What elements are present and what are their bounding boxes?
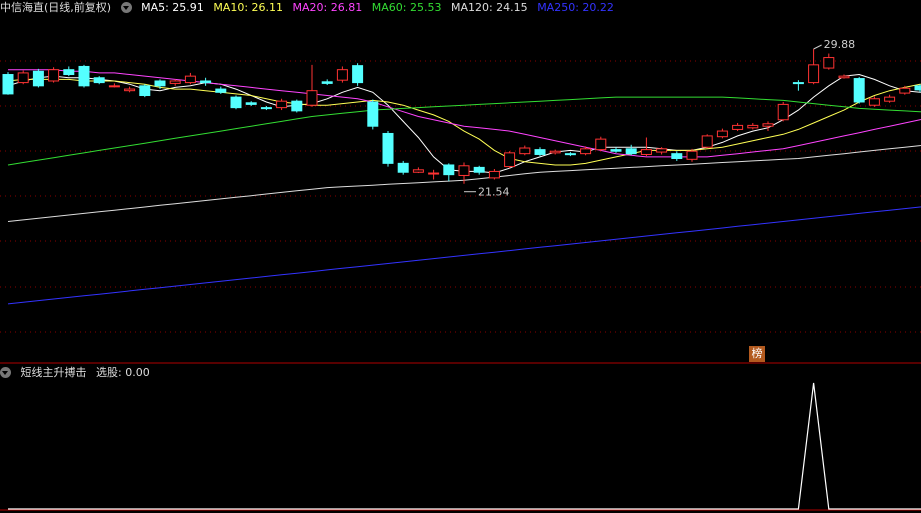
price-annotations: 29.88 21.54 [464,38,855,199]
main-chart-header: 中信海直(日线,前复权) MA5: 25.91 MA10: 26.11 MA20… [0,0,620,16]
stock-title: 中信海直(日线,前复权) [0,1,112,14]
candle-up [732,124,744,130]
candle-up [640,149,652,155]
candle-up [899,87,911,94]
dropdown-icon[interactable] [0,367,11,378]
candle-up [656,148,668,153]
candle-down [32,70,44,87]
candle-up [108,85,120,88]
ma10-label: MA10: 26.11 [213,1,284,14]
candle-up [762,123,774,127]
candle-down [853,78,865,103]
candle-down [321,81,333,84]
candle-up [124,88,136,92]
candle-down [367,101,379,127]
candle-up [838,75,850,79]
candle-down [610,149,622,152]
signal-line [8,382,921,510]
candle-down [139,85,151,97]
candle-down [230,96,242,109]
candle-down [564,153,576,156]
indicator-panel [8,382,921,510]
ma120-label: MA120: 24.15 [450,1,528,14]
candle-down [914,85,921,91]
candle-up [595,138,607,151]
candle-down [443,164,455,176]
dropdown-icon[interactable] [120,2,132,13]
candle-up [519,147,531,155]
candle-down [291,100,303,112]
indicator-name: 短线主升搏击 [20,366,87,379]
candle-down [397,162,409,173]
candle-up [716,130,728,138]
annotation-arrow [813,44,822,50]
candle-up [48,69,60,82]
candle-up [777,103,789,121]
candle-down [473,166,485,173]
candle-down [671,153,683,160]
candle-up [868,98,880,106]
candle-down [154,80,166,87]
candle-down [534,149,546,155]
low-price-label: 21.54 [478,186,510,199]
candle-down [63,69,75,76]
candle-up [823,57,835,69]
high-price-label: 29.88 [824,38,856,51]
candle-up [412,169,424,173]
candle-up [488,170,500,179]
candle-up [458,165,470,176]
candle-up [184,75,196,84]
ma250-label: MA250: 20.22 [537,1,614,14]
candle-up [336,69,348,81]
candle-down [625,148,637,155]
candle-up [686,150,698,160]
candle-down [78,65,90,87]
candle-up [580,148,592,155]
candle-down [93,77,105,84]
candle-down [260,107,272,110]
candle-up [884,96,896,102]
indicator-value: 选股: 0.00 [96,366,150,379]
candle-down [200,80,212,84]
candle-up [276,100,288,109]
ma-line-ma250 [7,206,921,305]
candle-up [428,172,440,175]
ma5-label: MA5: 25.91 [141,1,204,14]
ma20-label: MA20: 26.81 [292,1,363,14]
candlesticks [2,49,921,184]
candle-down [245,102,257,105]
candle-up [549,150,561,154]
candle-down [352,65,364,84]
candle-up [169,80,181,84]
candle-down [2,74,14,95]
ma60-label: MA60: 25.53 [371,1,442,14]
candle-up [17,72,29,84]
candle-down [792,82,804,85]
kline-chart[interactable]: 29.88 21.54 [0,0,921,513]
indicator-header: 短线主升搏击 选股: 0.00 [0,365,156,381]
candle-down [382,132,394,164]
candle-down [215,88,227,93]
candle-up [504,152,516,168]
candle-up [701,135,713,148]
candle-up [747,124,759,129]
candle-up [306,90,318,106]
candle-up [808,64,820,84]
ranking-badge[interactable]: 榜 [749,346,765,362]
